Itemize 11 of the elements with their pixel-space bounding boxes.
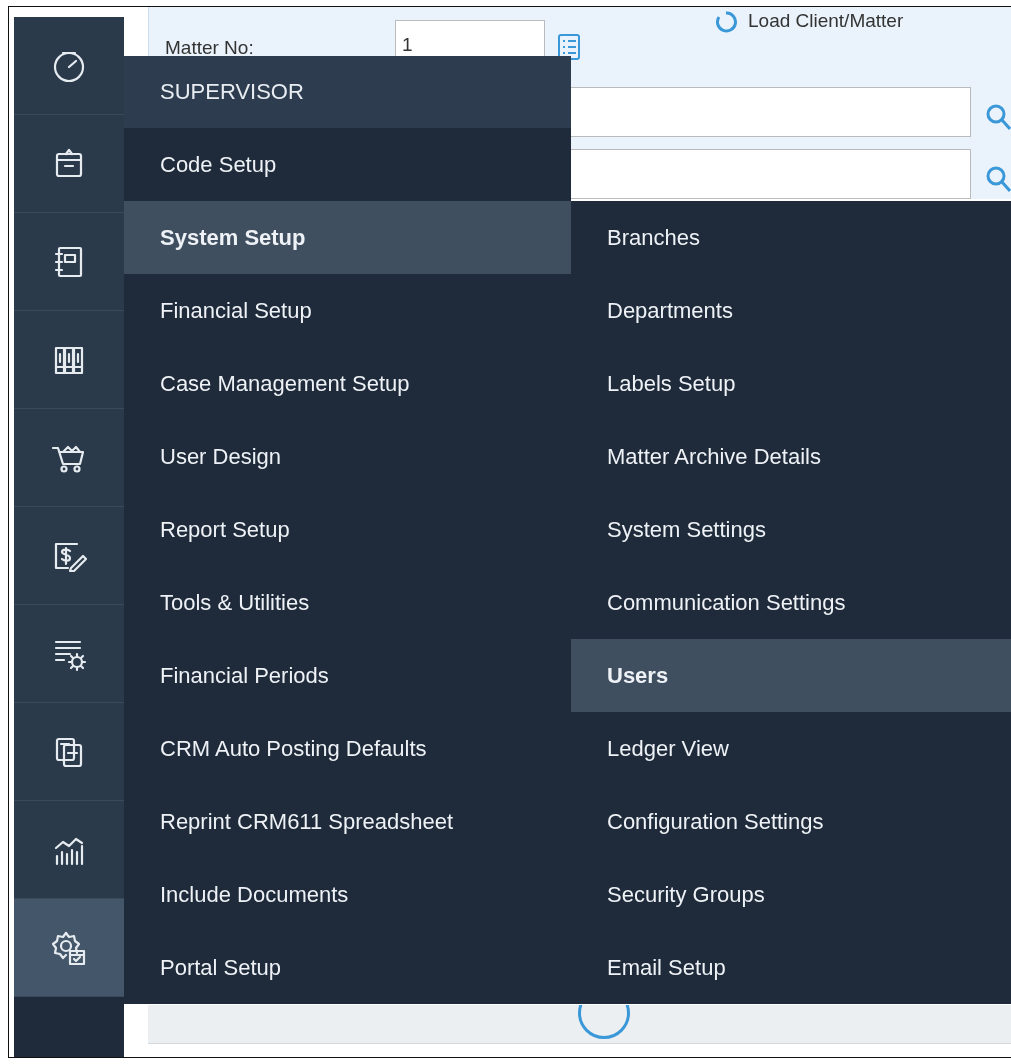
refresh-icon [714,9,738,33]
menu-item[interactable]: System Setup [124,201,571,274]
input-field[interactable] [569,87,971,137]
load-button[interactable]: Load Client/Matter [714,9,904,33]
submenu-item[interactable]: Users [571,639,1011,712]
search-icon[interactable] [985,165,1011,195]
sidebar-item[interactable] [14,899,124,997]
list-icon[interactable] [557,33,581,61]
menu-header: SUPERVISOR [124,56,571,128]
search-icon[interactable] [985,103,1011,133]
input-field[interactable] [569,149,971,199]
